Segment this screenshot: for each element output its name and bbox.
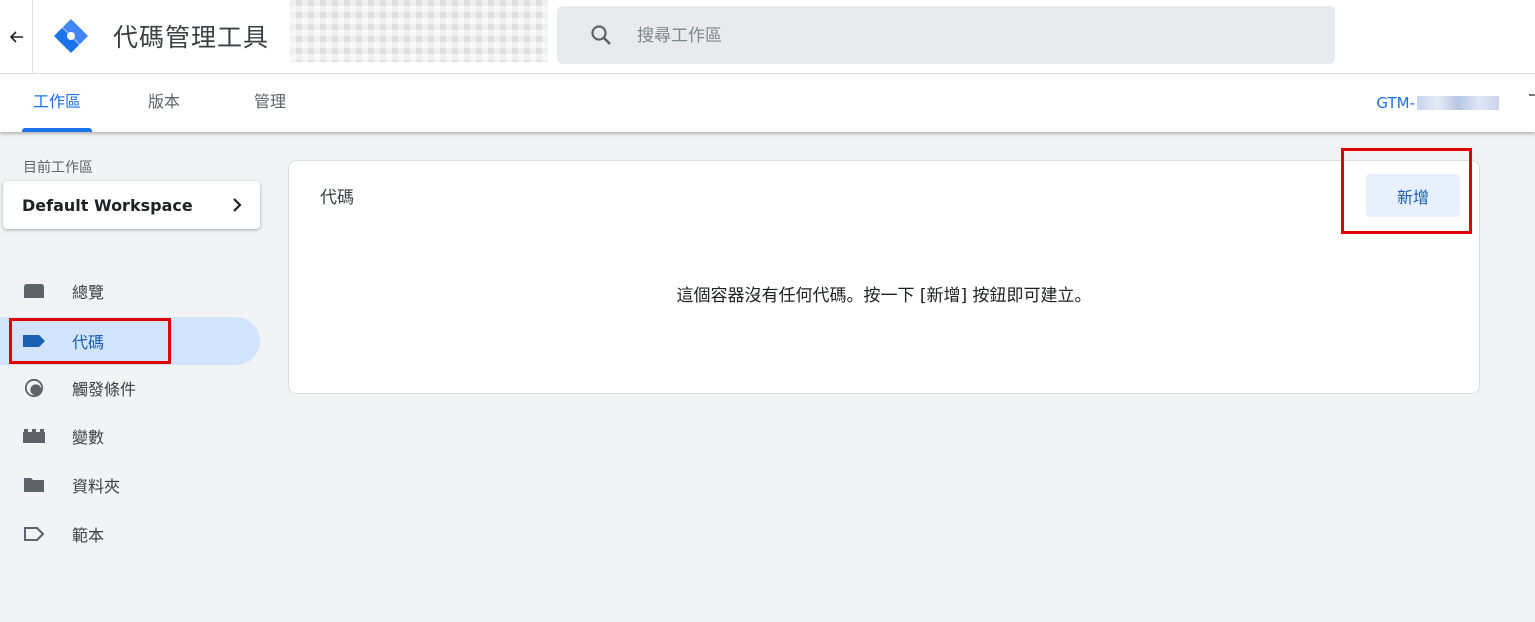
highlight-box-tags: [9, 318, 171, 364]
tab-workspace[interactable]: 工作區: [22, 74, 92, 132]
top-app-bar: 代碼管理工具: [0, 0, 1535, 74]
sidebar-item-templates[interactable]: 範本: [0, 510, 260, 558]
sidebar-item-label: 資料夾: [72, 477, 121, 496]
chevron-right-icon: [233, 198, 242, 212]
workspace-name: Default Workspace: [22, 195, 193, 215]
sidebar-item-overview[interactable]: 總覽: [0, 267, 260, 315]
tab-bar: 工作區 版本 管理 GTM-: [0, 74, 1535, 132]
app-title: 代碼管理工具: [113, 23, 270, 52]
tag-manager-logo-icon: [54, 19, 88, 53]
current-workspace-label: 目前工作區: [23, 160, 93, 176]
folder-icon: [24, 478, 44, 492]
tags-card: 代碼 新增 這個容器沒有任何代碼。按一下 [新增] 按鈕即可建立。: [288, 160, 1480, 394]
search-bar[interactable]: [557, 6, 1335, 66]
arrow-back-icon: [9, 30, 23, 43]
variable-icon: [23, 429, 45, 443]
sidebar-item-label: 總覽: [72, 283, 105, 302]
sidebar-item-triggers[interactable]: 觸發條件: [0, 364, 260, 412]
card-title: 代碼: [320, 188, 354, 208]
sidebar-item-label: 觸發條件: [72, 380, 137, 399]
container-id[interactable]: GTM-: [1376, 74, 1499, 132]
container-id-prefix: GTM-: [1376, 94, 1415, 112]
sidebar-item-folders[interactable]: 資料夾: [0, 461, 260, 509]
truncated-header-item: [1529, 94, 1535, 110]
sidebar-item-label: 變數: [72, 428, 105, 447]
back-button[interactable]: [0, 0, 33, 73]
template-icon: [24, 527, 45, 541]
tab-versions[interactable]: 版本: [138, 74, 190, 132]
redacted-container-id: [1417, 96, 1499, 110]
redacted-account-name: [290, 0, 548, 62]
highlight-box-new-button: [1341, 148, 1472, 234]
overview-icon: [24, 284, 44, 298]
sidebar-item-variables[interactable]: 變數: [0, 412, 260, 460]
sidebar-item-label: 範本: [72, 526, 105, 545]
search-icon: [591, 25, 611, 45]
workspace-selector[interactable]: Default Workspace: [3, 181, 260, 229]
tab-admin[interactable]: 管理: [244, 74, 296, 132]
trigger-icon: [24, 378, 44, 398]
empty-state-message: 這個容器沒有任何代碼。按一下 [新增] 按鈕即可建立。: [676, 286, 1092, 306]
search-input[interactable]: [635, 6, 1319, 66]
